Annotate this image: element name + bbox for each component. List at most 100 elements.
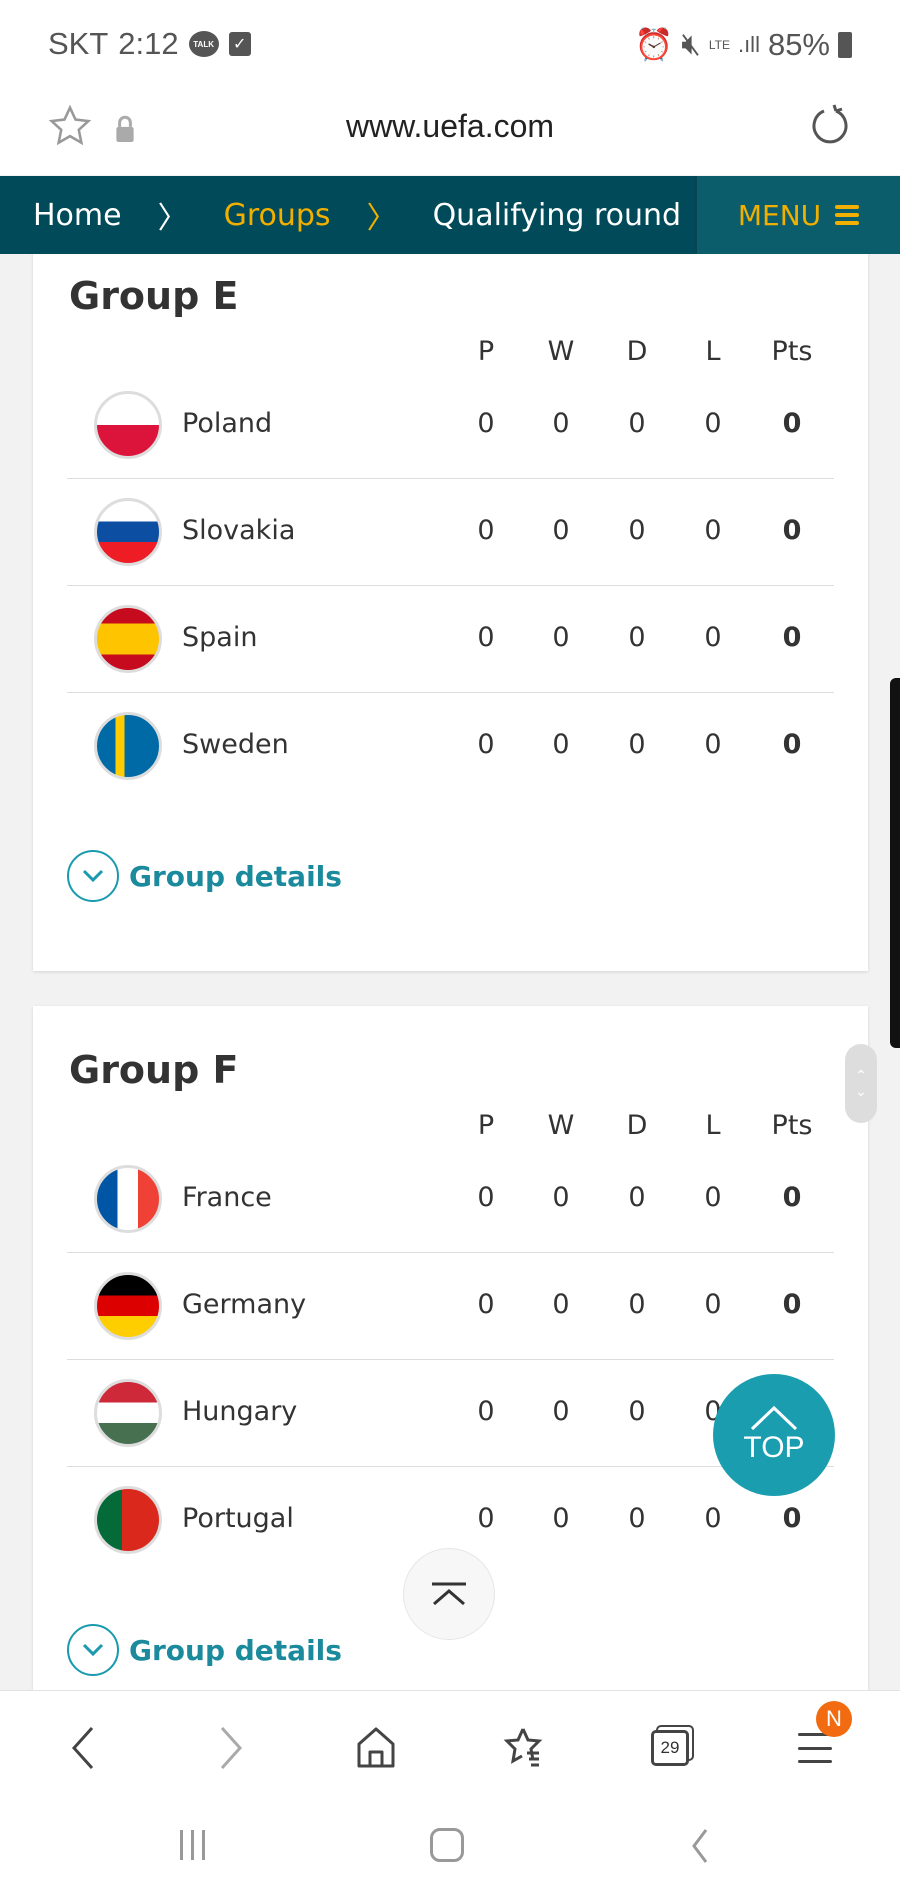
back-system-button[interactable] bbox=[690, 1828, 710, 1864]
table-row[interactable]: France 0 0 0 0 0 bbox=[33, 1146, 868, 1253]
group-title: Group E bbox=[69, 274, 239, 318]
menu-icon bbox=[798, 1733, 832, 1763]
team-name: Germany bbox=[182, 1289, 307, 1320]
stat-pts: 0 bbox=[782, 408, 802, 439]
notification-badge: N bbox=[816, 1701, 852, 1737]
lte-icon: LTE bbox=[708, 37, 730, 52]
flag-portugal-icon bbox=[94, 1486, 162, 1554]
stat-p: 0 bbox=[477, 1182, 495, 1213]
group-details-label: Group details bbox=[129, 1633, 342, 1667]
flag-germany-icon bbox=[94, 1272, 162, 1340]
column-header: Pts bbox=[771, 1110, 813, 1141]
table-row[interactable]: Spain 0 0 0 0 0 bbox=[33, 586, 868, 693]
scroll-top-icon bbox=[432, 1582, 466, 1606]
stat-w: 0 bbox=[552, 1182, 570, 1213]
breadcrumb-groups[interactable]: Groups bbox=[224, 198, 331, 233]
stat-d: 0 bbox=[628, 729, 646, 760]
stat-pts: 0 bbox=[782, 515, 802, 546]
stat-d: 0 bbox=[628, 1182, 646, 1213]
stat-d: 0 bbox=[628, 408, 646, 439]
group-details-label: Group details bbox=[129, 859, 342, 893]
column-header: P bbox=[477, 1110, 495, 1141]
forward-button[interactable] bbox=[196, 1713, 266, 1783]
column-header: P bbox=[477, 336, 495, 367]
stat-pts: 0 bbox=[782, 729, 802, 760]
team-name: Sweden bbox=[182, 729, 289, 760]
stat-p: 0 bbox=[477, 408, 495, 439]
screen-edge-panel-handle[interactable] bbox=[890, 678, 900, 1048]
reload-icon[interactable] bbox=[806, 102, 854, 150]
column-header: L bbox=[705, 1110, 721, 1141]
stat-pts: 0 bbox=[782, 622, 802, 653]
stat-p: 0 bbox=[477, 1396, 495, 1427]
group-details-link[interactable]: Group details bbox=[67, 850, 342, 902]
stat-p: 0 bbox=[477, 622, 495, 653]
alarm-icon: ⏰ bbox=[634, 27, 674, 62]
browser-address-bar: www.uefa.com bbox=[0, 88, 900, 175]
stat-p: 0 bbox=[477, 515, 495, 546]
stat-d: 0 bbox=[628, 622, 646, 653]
team-name: Portugal bbox=[182, 1503, 294, 1534]
stat-pts: 0 bbox=[782, 1289, 802, 1320]
column-header: D bbox=[626, 1110, 648, 1141]
talk-icon: TALK bbox=[188, 31, 219, 57]
flag-slovakia-icon bbox=[94, 498, 162, 566]
stat-d: 0 bbox=[628, 1396, 646, 1427]
stat-w: 0 bbox=[552, 515, 570, 546]
stat-l: 0 bbox=[704, 1182, 722, 1213]
stat-w: 0 bbox=[552, 622, 570, 653]
stat-p: 0 bbox=[477, 1503, 495, 1534]
table-row[interactable]: Germany 0 0 0 0 0 bbox=[33, 1253, 868, 1360]
menu-button[interactable]: MENU bbox=[695, 176, 900, 254]
flag-hungary-icon bbox=[94, 1379, 162, 1447]
stat-d: 0 bbox=[628, 515, 646, 546]
scroll-to-top-button[interactable] bbox=[403, 1548, 495, 1640]
home-button[interactable] bbox=[341, 1713, 411, 1783]
group-title: Group F bbox=[69, 1048, 239, 1092]
url-text[interactable]: www.uefa.com bbox=[0, 108, 900, 145]
browser-menu-button[interactable]: N bbox=[780, 1701, 852, 1783]
system-navigation-bar bbox=[0, 1800, 900, 1900]
chevron-right-icon: 〉 bbox=[366, 201, 397, 236]
chevron-right-icon: 〉 bbox=[157, 201, 188, 236]
stat-w: 0 bbox=[552, 729, 570, 760]
stat-pts: 0 bbox=[782, 1182, 802, 1213]
table-row[interactable]: Sweden 0 0 0 0 0 bbox=[33, 693, 868, 800]
stat-p: 0 bbox=[477, 729, 495, 760]
back-button[interactable] bbox=[48, 1713, 118, 1783]
table-row[interactable]: Slovakia 0 0 0 0 0 bbox=[33, 479, 868, 586]
recent-apps-button[interactable] bbox=[180, 1830, 205, 1860]
breadcrumb-home[interactable]: Home bbox=[33, 198, 122, 233]
group-card: Group E P W D L Pts Poland 0 0 0 0 0 Slovakia 0 0 0 0 0… bbox=[33, 190, 868, 971]
stat-pts: 0 bbox=[782, 1503, 802, 1534]
column-header: W bbox=[547, 336, 575, 367]
mute-icon: 🔇︎ bbox=[681, 26, 701, 61]
battery-level: 85% bbox=[767, 26, 830, 62]
top-label: TOP bbox=[743, 1431, 805, 1464]
stat-l: 0 bbox=[704, 1503, 722, 1534]
back-to-top-button[interactable]: TOP bbox=[713, 1374, 835, 1496]
stat-d: 0 bbox=[628, 1503, 646, 1534]
team-name: Spain bbox=[182, 622, 258, 653]
bookmarks-button[interactable] bbox=[488, 1713, 558, 1783]
chevron-down-icon bbox=[67, 1624, 119, 1676]
table-row[interactable]: Poland 0 0 0 0 0 bbox=[33, 372, 868, 479]
hamburger-icon bbox=[835, 205, 860, 225]
tabs-button[interactable]: 29 bbox=[635, 1713, 705, 1783]
team-name: Hungary bbox=[182, 1396, 298, 1427]
home-system-button[interactable] bbox=[430, 1828, 464, 1862]
column-header: Pts bbox=[771, 336, 813, 367]
stat-l: 0 bbox=[704, 1289, 722, 1320]
team-name: France bbox=[182, 1182, 272, 1213]
stat-w: 0 bbox=[552, 1503, 570, 1534]
scrollbar-handle[interactable]: ⌃ ⌄ bbox=[845, 1044, 877, 1123]
flag-sweden-icon bbox=[94, 712, 162, 780]
team-name: Slovakia bbox=[182, 515, 296, 546]
back-icon bbox=[71, 1726, 94, 1770]
breadcrumb: Home 〉 Groups 〉 Qualifying round bbox=[33, 176, 695, 254]
battery-icon bbox=[838, 31, 852, 58]
bookmarks-icon bbox=[503, 1728, 543, 1767]
group-details-link[interactable]: Group details bbox=[67, 1624, 342, 1676]
clock: 2:12 bbox=[118, 26, 179, 61]
chevron-down-icon bbox=[67, 850, 119, 902]
